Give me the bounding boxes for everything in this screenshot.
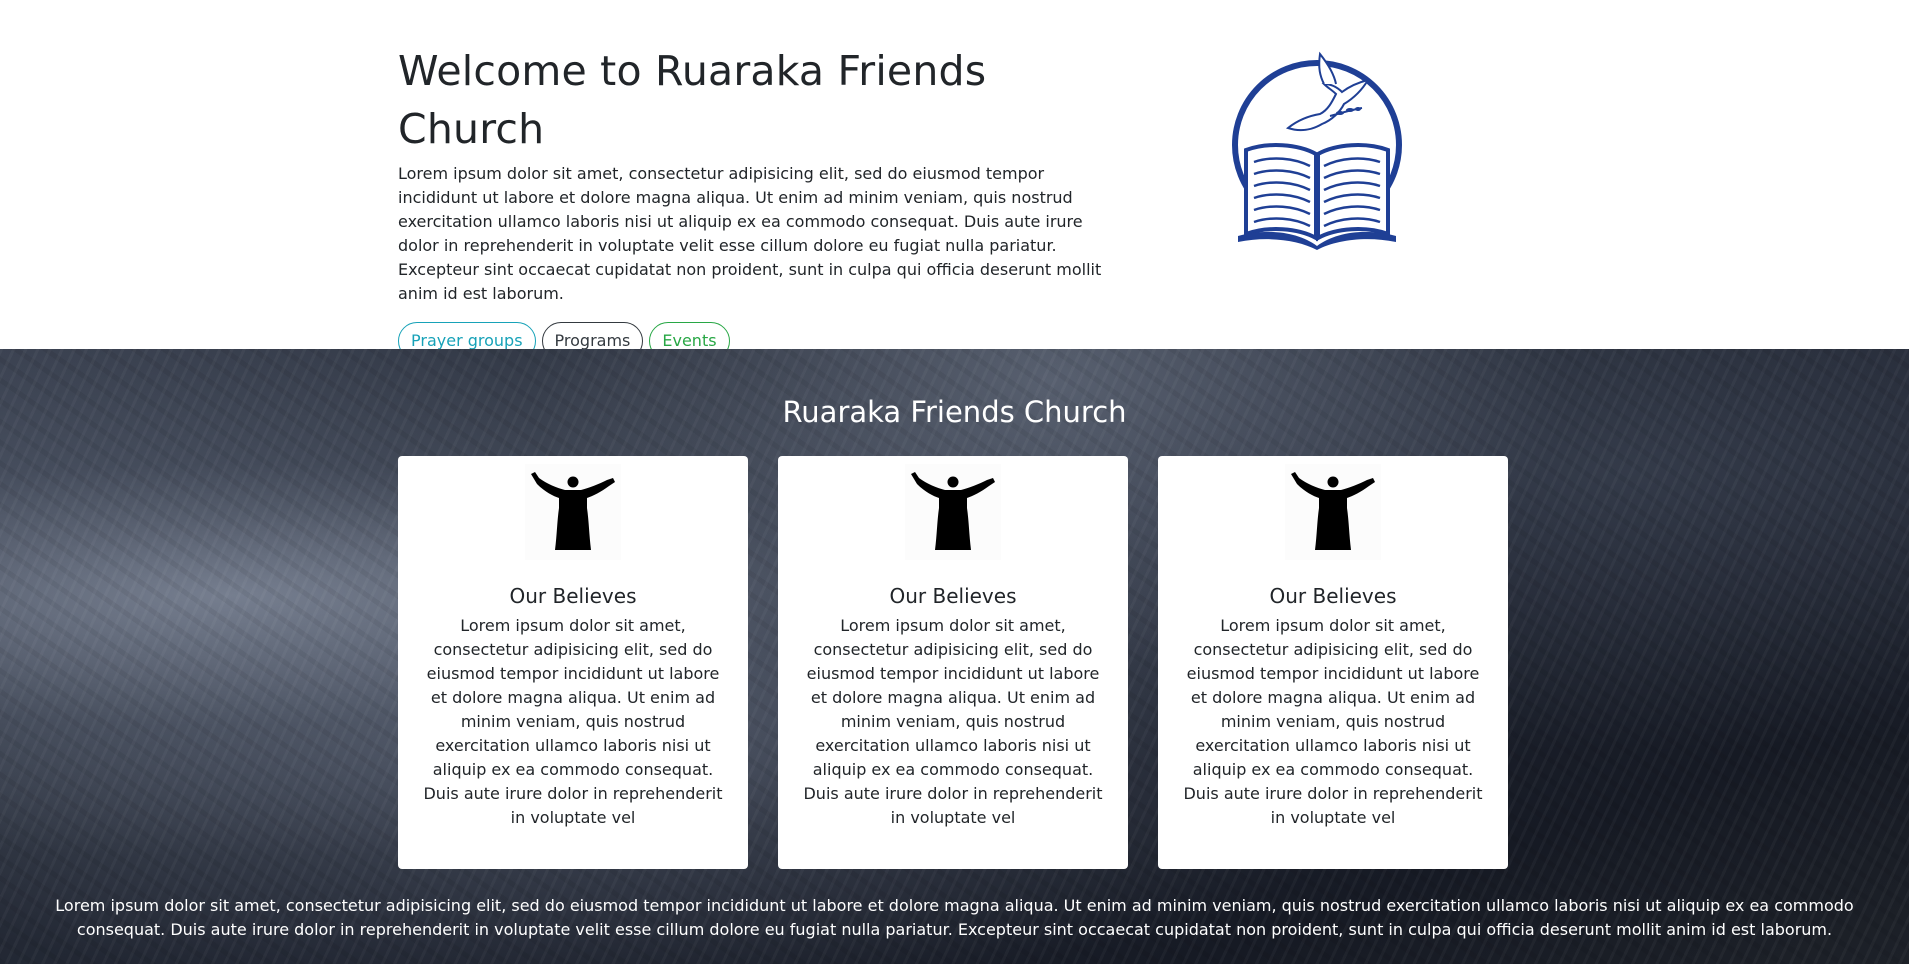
hero-section: Welcome to Ruaraka Friends Church Lorem … xyxy=(0,0,1909,360)
card-text: Lorem ipsum dolor sit amet, consectetur … xyxy=(423,616,723,827)
praying-figure-icon xyxy=(525,464,621,560)
believes-card: Our Believes Lorem ipsum dolor sit amet,… xyxy=(778,456,1128,869)
footer-text: Lorem ipsum dolor sit amet, consectetur … xyxy=(55,896,1854,939)
card-text: Lorem ipsum dolor sit amet, consectetur … xyxy=(1183,616,1483,827)
about-section: Ruaraka Friends Church Our Believes Lore… xyxy=(0,349,1909,964)
hero-text-block: Welcome to Ruaraka Friends Church Lorem … xyxy=(398,42,1128,360)
believes-card: Our Believes Lorem ipsum dolor sit amet,… xyxy=(398,456,748,869)
praying-figure-icon xyxy=(1285,464,1381,560)
card-title: Our Believes xyxy=(509,584,637,608)
dove-bible-logo-icon xyxy=(1232,51,1402,250)
card-text: Lorem ipsum dolor sit amet, consectetur … xyxy=(803,616,1103,827)
section-title: Ruaraka Friends Church xyxy=(782,395,1127,429)
card-title: Our Believes xyxy=(889,584,1017,608)
praying-figure-icon xyxy=(905,464,1001,560)
hero-title: Welcome to Ruaraka Friends Church xyxy=(398,47,987,153)
card-title: Our Believes xyxy=(1269,584,1397,608)
believes-cards: Our Believes Lorem ipsum dolor sit amet,… xyxy=(398,456,1508,869)
believes-card: Our Believes Lorem ipsum dolor sit amet,… xyxy=(1158,456,1508,869)
hero-description: Lorem ipsum dolor sit amet, consectetur … xyxy=(398,164,1102,303)
